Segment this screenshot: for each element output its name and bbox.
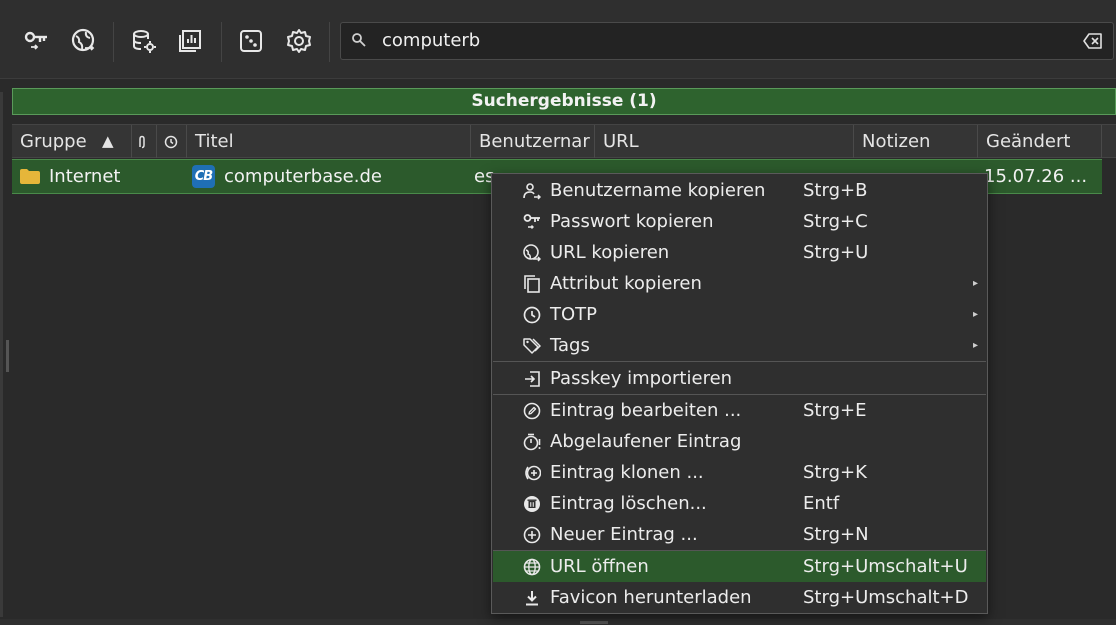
context-menu: Benutzername kopieren Strg+B Passwort ko… xyxy=(491,173,988,614)
database-settings-icon[interactable] xyxy=(128,25,160,57)
menu-item-label: Neuer Eintrag ... xyxy=(550,524,698,545)
column-header-username[interactable]: Benutzernar xyxy=(471,125,595,158)
menu-item-copy-attribute[interactable]: Attribut kopieren ▸ xyxy=(493,268,986,299)
menu-item-shortcut: Strg+E xyxy=(803,400,867,421)
clock-icon xyxy=(523,306,541,324)
menu-item-label: Benutzername kopieren xyxy=(550,180,766,201)
gear-icon[interactable] xyxy=(283,25,315,57)
sort-ascending-icon: ▲ xyxy=(102,132,114,150)
menu-item-label: URL kopieren xyxy=(550,242,670,263)
menu-item-label: Passkey importieren xyxy=(550,368,733,389)
menu-item-label: Abgelaufener Eintrag xyxy=(550,431,742,452)
edit-icon xyxy=(523,402,541,420)
menu-item-shortcut: Strg+Umschalt+U xyxy=(803,556,968,577)
menu-item-shortcut: Strg+K xyxy=(803,462,867,483)
menu-item-delete-entry[interactable]: Eintrag löschen... Entf xyxy=(493,488,986,519)
menu-item-shortcut: Strg+C xyxy=(803,211,868,232)
menu-item-clone-entry[interactable]: Eintrag klonen ... Strg+K xyxy=(493,457,986,488)
menu-item-label: Eintrag löschen... xyxy=(550,493,707,514)
download-icon xyxy=(523,589,541,607)
menu-item-totp[interactable]: TOTP ▸ xyxy=(493,299,986,330)
folder-icon xyxy=(20,169,40,184)
key-copy-icon xyxy=(523,213,541,231)
globe-copy-icon xyxy=(523,244,541,262)
bottom-splitter-handle[interactable] xyxy=(580,621,608,624)
clock-icon xyxy=(164,135,178,149)
key-icon[interactable] xyxy=(20,25,52,57)
search-input[interactable]: computerb xyxy=(382,23,480,59)
column-header-expiry[interactable] xyxy=(157,125,187,158)
column-header-modified[interactable]: Geändert xyxy=(978,125,1102,158)
column-header-attachment[interactable] xyxy=(132,125,157,158)
clear-search-icon[interactable] xyxy=(1083,32,1103,50)
menu-item-copy-password[interactable]: Passwort kopieren Strg+C xyxy=(493,206,986,237)
trash-icon xyxy=(523,495,541,513)
left-splitter[interactable] xyxy=(0,92,3,617)
column-header-group[interactable]: Gruppe ▲ xyxy=(12,125,132,158)
toolbar-separator xyxy=(329,22,330,62)
menu-item-shortcut: Strg+Umschalt+D xyxy=(803,587,969,608)
toolbar-separator xyxy=(113,22,114,62)
column-header-notes[interactable]: Notizen xyxy=(854,125,978,158)
menu-item-new-entry[interactable]: Neuer Eintrag ... Strg+N xyxy=(493,519,986,550)
search-results-banner: Suchergebnisse (1) xyxy=(12,88,1116,115)
menu-item-open-url[interactable]: URL öffnen Strg+Umschalt+U xyxy=(493,551,986,582)
menu-item-label: Attribut kopieren xyxy=(550,273,702,294)
submenu-arrow-icon: ▸ xyxy=(973,340,979,351)
computerbase-favicon-icon: CB xyxy=(192,165,215,188)
menu-item-download-favicon[interactable]: Favicon herunterladen Strg+Umschalt+D xyxy=(493,582,986,613)
column-header-title[interactable]: Titel xyxy=(187,125,471,158)
dice-icon[interactable] xyxy=(235,25,267,57)
globe-sync-icon[interactable] xyxy=(68,25,100,57)
menu-item-label: Passwort kopieren xyxy=(550,211,714,232)
splitter-handle[interactable] xyxy=(6,340,9,372)
report-icon[interactable] xyxy=(174,25,206,57)
import-icon xyxy=(523,370,541,388)
menu-item-shortcut: Strg+N xyxy=(803,524,869,545)
menu-item-label: TOTP xyxy=(550,304,598,325)
search-field[interactable]: computerb xyxy=(340,22,1114,60)
menu-item-tags[interactable]: Tags ▸ xyxy=(493,330,986,361)
paperclip-icon xyxy=(139,135,145,149)
toolbar-separator xyxy=(221,22,222,62)
search-icon xyxy=(351,32,367,48)
column-header-group-label: Gruppe xyxy=(20,131,87,152)
menu-item-label: Eintrag klonen ... xyxy=(550,462,704,483)
row-modified: 15.07.26 ... xyxy=(984,166,1088,187)
menu-separator xyxy=(493,361,986,362)
menu-item-shortcut: Entf xyxy=(803,493,840,514)
menu-item-copy-username[interactable]: Benutzername kopieren Strg+B xyxy=(493,175,986,206)
submenu-arrow-icon: ▸ xyxy=(973,278,979,289)
plus-circle-icon xyxy=(523,526,541,544)
submenu-arrow-icon: ▸ xyxy=(973,309,979,320)
bottom-edge xyxy=(0,619,1116,625)
toolbar: computerb xyxy=(0,0,1116,79)
menu-item-label: URL öffnen xyxy=(550,556,649,577)
row-group: Internet xyxy=(49,166,121,187)
menu-item-shortcut: Strg+B xyxy=(803,180,868,201)
tags-icon xyxy=(523,337,541,355)
menu-item-label: Favicon herunterladen xyxy=(550,587,752,608)
table-header: Gruppe ▲ Titel Benutzernar URL Notizen G… xyxy=(12,124,1116,158)
menu-item-expired-entry[interactable]: Abgelaufener Eintrag xyxy=(493,426,986,457)
menu-item-label: Tags xyxy=(550,335,590,356)
globe-icon xyxy=(523,558,541,576)
timer-alert-icon xyxy=(523,433,541,451)
menu-item-shortcut: Strg+U xyxy=(803,242,869,263)
row-title: computerbase.de xyxy=(224,166,382,187)
column-header-url[interactable]: URL xyxy=(595,125,854,158)
clone-icon xyxy=(523,464,541,482)
user-copy-icon xyxy=(523,182,541,200)
copy-icon xyxy=(523,275,541,293)
menu-item-copy-url[interactable]: URL kopieren Strg+U xyxy=(493,237,986,268)
menu-item-import-passkey[interactable]: Passkey importieren xyxy=(493,363,986,394)
menu-item-edit-entry[interactable]: Eintrag bearbeiten ... Strg+E xyxy=(493,395,986,426)
menu-item-label: Eintrag bearbeiten ... xyxy=(550,400,742,421)
